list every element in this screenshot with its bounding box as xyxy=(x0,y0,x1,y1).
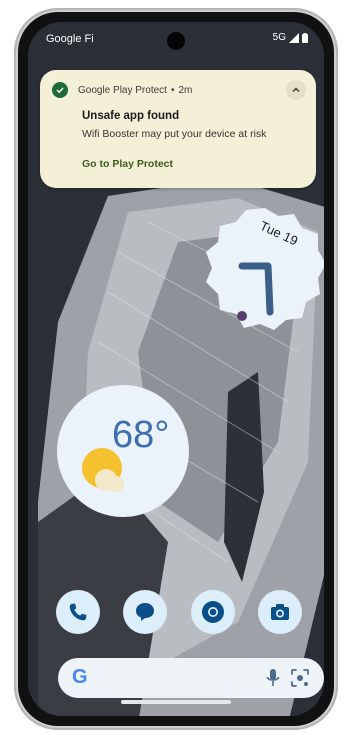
phone-bezel: Google Fi 5G Google Play Protect • 2m Un… xyxy=(18,12,334,726)
notification-time: 2m xyxy=(178,84,193,96)
chat-icon xyxy=(136,603,155,621)
battery-icon xyxy=(302,32,308,43)
notification-card[interactable]: Google Play Protect • 2m Unsafe app foun… xyxy=(40,70,316,188)
shield-check-icon xyxy=(52,82,68,98)
network-label: 5G xyxy=(272,32,286,43)
chrome-icon xyxy=(201,601,224,623)
camera-app-button[interactable] xyxy=(257,590,302,634)
notification-header: Google Play Protect • 2m xyxy=(52,82,192,98)
messages-app-button[interactable] xyxy=(123,590,168,634)
chrome-app-button[interactable] xyxy=(190,590,235,634)
lens-icon[interactable] xyxy=(290,668,310,688)
go-to-play-protect-button[interactable]: Go to Play Protect xyxy=(82,158,173,170)
status-bar: Google Fi 5G xyxy=(28,22,324,56)
status-icons: 5G xyxy=(273,32,308,43)
phone-app-button[interactable] xyxy=(56,590,100,634)
google-logo: G xyxy=(72,666,88,688)
weather-temperature: 68° xyxy=(112,414,170,456)
notification-body: Wifi Booster may put your device at risk xyxy=(82,128,267,140)
notification-app-name: Google Play Protect xyxy=(78,84,167,96)
notification-separator: • xyxy=(170,84,175,96)
weather-widget[interactable]: 68° xyxy=(56,384,190,518)
mic-icon[interactable] xyxy=(266,668,280,688)
app-dock xyxy=(56,590,302,636)
chevron-up-icon xyxy=(292,87,300,92)
google-search-bar[interactable]: G xyxy=(58,658,324,698)
carrier-label: Google Fi xyxy=(46,33,94,45)
notification-title: Unsafe app found xyxy=(82,110,180,122)
home-screen: Google Fi 5G Google Play Protect • 2m Un… xyxy=(28,22,324,716)
clock-widget[interactable]: Tue 19 xyxy=(202,206,324,332)
camera-icon xyxy=(270,604,289,620)
phone-icon xyxy=(69,603,87,621)
signal-icon xyxy=(289,32,299,43)
gesture-nav-bar[interactable] xyxy=(121,700,231,704)
front-camera xyxy=(167,32,185,50)
collapse-button[interactable] xyxy=(286,80,306,100)
phone-frame: Google Fi 5G Google Play Protect • 2m Un… xyxy=(14,8,338,730)
